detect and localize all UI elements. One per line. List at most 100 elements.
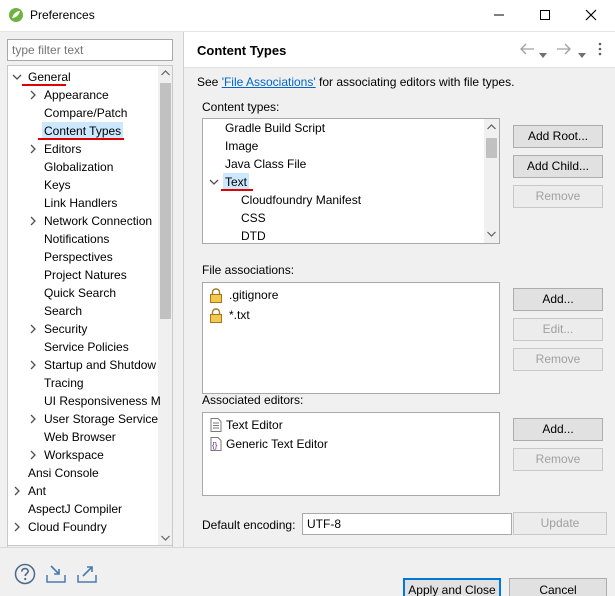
content-types-tree: Gradle Build Script Image Java Class File T… xyxy=(202,118,500,244)
chevron-right-icon[interactable] xyxy=(28,360,38,370)
content-type-label: DTD xyxy=(241,229,266,243)
back-menu-button[interactable] xyxy=(539,47,547,61)
cancel-button[interactable]: Cancel xyxy=(509,578,607,596)
file-association-label: *.txt xyxy=(229,308,250,322)
tree-item[interactable]: Project Natures xyxy=(8,266,158,284)
tree-item-label: Compare/Patch xyxy=(44,106,128,120)
content-type-item[interactable]: Image xyxy=(203,137,483,155)
export-button[interactable] xyxy=(76,563,98,585)
tree-item-label: Network Connection xyxy=(44,214,153,228)
tree-item[interactable]: Notifications xyxy=(8,230,158,248)
tree-item[interactable]: Security xyxy=(8,320,158,338)
generic-editor-icon: {} xyxy=(210,437,222,451)
edit-file-association-button[interactable]: Edit... xyxy=(513,318,603,341)
forward-menu-button[interactable] xyxy=(578,47,586,61)
editor-label: Text Editor xyxy=(226,418,283,432)
tree-item[interactable]: Web Browser xyxy=(8,428,158,446)
scroll-thumb[interactable] xyxy=(160,83,171,319)
tree-item[interactable]: Globalization xyxy=(8,158,158,176)
content-type-item[interactable]: Java Class File xyxy=(203,155,483,173)
chevron-right-icon[interactable] xyxy=(28,450,38,460)
tree-item[interactable]: Tracing xyxy=(8,374,158,392)
tree-item[interactable]: Link Handlers xyxy=(8,194,158,212)
tree-item[interactable]: Search xyxy=(8,302,158,320)
help-button[interactable] xyxy=(14,563,36,585)
filter-input[interactable] xyxy=(7,39,173,61)
tree-item[interactable]: Startup and Shutdow xyxy=(8,356,158,374)
apply-and-close-button[interactable]: Apply and Close xyxy=(403,578,501,596)
content-type-label: Gradle Build Script xyxy=(225,121,326,135)
add-file-association-button[interactable]: Add... xyxy=(513,288,603,311)
remove-content-type-button[interactable]: Remove xyxy=(513,185,603,208)
chevron-down-icon[interactable] xyxy=(12,72,22,82)
tree-item-label: Appearance xyxy=(44,88,109,102)
tree-item-label: Search xyxy=(44,304,83,318)
tree-item[interactable]: Ansi Console xyxy=(8,464,158,482)
minimize-button[interactable] xyxy=(477,0,523,31)
view-menu-button[interactable] xyxy=(598,42,602,59)
forward-icon xyxy=(557,43,571,55)
chevron-down-icon[interactable] xyxy=(209,177,219,187)
content-types-scrollbar[interactable] xyxy=(484,119,499,243)
tree-item-label: Web Browser xyxy=(44,430,116,444)
scroll-thumb[interactable] xyxy=(486,138,497,158)
chevron-right-icon[interactable] xyxy=(28,216,38,226)
tree-item-label: Ant xyxy=(28,484,47,498)
tree-item-label: Globalization xyxy=(44,160,114,174)
import-icon xyxy=(46,565,66,583)
remove-file-association-button[interactable]: Remove xyxy=(513,348,603,371)
maximize-button[interactable] xyxy=(523,0,569,31)
add-root-button[interactable]: Add Root... xyxy=(513,125,603,148)
scroll-down-icon xyxy=(161,535,170,541)
description: See 'File Associations' for associating … xyxy=(197,75,514,89)
tree-item[interactable]: Appearance xyxy=(8,86,158,104)
description-suffix: for associating editors with file types. xyxy=(315,75,515,89)
lock-icon xyxy=(210,288,222,303)
tree-item[interactable]: Quick Search xyxy=(8,284,158,302)
tree-item-label: Service Policies xyxy=(44,340,129,354)
tree-item[interactable]: AspectJ Compiler xyxy=(8,500,158,518)
content-type-item[interactable]: Cloudfoundry Manifest xyxy=(203,191,483,209)
remove-editor-button[interactable]: Remove xyxy=(513,448,603,471)
tree-item[interactable]: Service Policies xyxy=(8,338,158,356)
title-bar: Preferences xyxy=(0,0,615,31)
add-child-button[interactable]: Add Child... xyxy=(513,155,603,178)
chevron-right-icon[interactable] xyxy=(28,144,38,154)
preferences-dialog: GeneralAppearanceCompare/PatchContent Ty… xyxy=(0,31,615,596)
tree-vertical-scrollbar[interactable] xyxy=(158,66,172,545)
file-associations-link[interactable]: 'File Associations' xyxy=(222,75,316,89)
chevron-right-icon[interactable] xyxy=(12,486,22,496)
content-type-item[interactable]: CSS xyxy=(203,209,483,227)
tree-item-label: Keys xyxy=(44,178,71,192)
chevron-right-icon[interactable] xyxy=(28,90,38,100)
chevron-down-icon xyxy=(539,53,547,58)
tree-item-label: Project Natures xyxy=(44,268,127,282)
tree-item[interactable]: Compare/Patch xyxy=(8,104,158,122)
tree-item[interactable]: Ant xyxy=(8,482,158,500)
tree-item[interactable]: Cloud Foundry xyxy=(8,518,158,536)
content-type-item[interactable]: DTD xyxy=(203,227,483,243)
tree-item[interactable]: Editors xyxy=(8,140,158,158)
window-title: Preferences xyxy=(30,8,95,22)
tree-item[interactable]: Keys xyxy=(8,176,158,194)
tree-item-label: Tracing xyxy=(44,376,84,390)
forward-button[interactable] xyxy=(556,43,572,58)
add-editor-button[interactable]: Add... xyxy=(513,418,603,441)
update-button[interactable]: Update xyxy=(513,512,607,535)
tree-item[interactable]: UI Responsiveness M xyxy=(8,392,161,410)
back-button[interactable] xyxy=(519,43,535,58)
chevron-right-icon[interactable] xyxy=(28,324,38,334)
tree-item-label: Quick Search xyxy=(44,286,117,300)
import-button[interactable] xyxy=(45,563,67,585)
tree-item[interactable]: Perspectives xyxy=(8,248,158,266)
chevron-right-icon[interactable] xyxy=(12,522,22,532)
tree-item[interactable]: Network Connection xyxy=(8,212,158,230)
content-type-item[interactable]: Gradle Build Script xyxy=(203,119,483,137)
tree-item[interactable]: Workspace xyxy=(8,446,158,464)
chevron-right-icon[interactable] xyxy=(28,414,38,424)
close-button[interactable] xyxy=(569,0,615,31)
tree-item[interactable]: User Storage Service xyxy=(8,410,158,428)
svg-text:{}: {} xyxy=(212,441,218,450)
file-associations-label: File associations: xyxy=(202,263,295,277)
default-encoding-input[interactable] xyxy=(302,513,512,535)
